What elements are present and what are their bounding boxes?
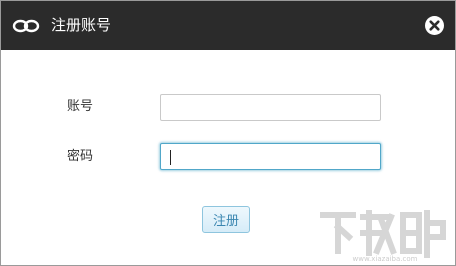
title-bar: 注册账号	[1, 1, 455, 50]
text-cursor	[170, 150, 171, 165]
account-label: 账号	[67, 99, 94, 114]
svg-text:www.xiazaiba.com: www.xiazaiba.com	[353, 255, 418, 263]
chain-link-icon	[12, 19, 40, 33]
register-button[interactable]: 注册	[202, 206, 250, 233]
password-input[interactable]	[160, 143, 381, 170]
site-watermark-logo: www.xiazaiba.com	[320, 210, 446, 263]
close-icon[interactable]	[424, 15, 445, 36]
password-label: 密码	[67, 149, 94, 164]
register-dialog: 注册账号 账号 密码 注册 www.xiazaiba.com	[0, 0, 456, 266]
dialog-title: 注册账号	[51, 16, 112, 34]
account-input[interactable]	[160, 94, 381, 121]
